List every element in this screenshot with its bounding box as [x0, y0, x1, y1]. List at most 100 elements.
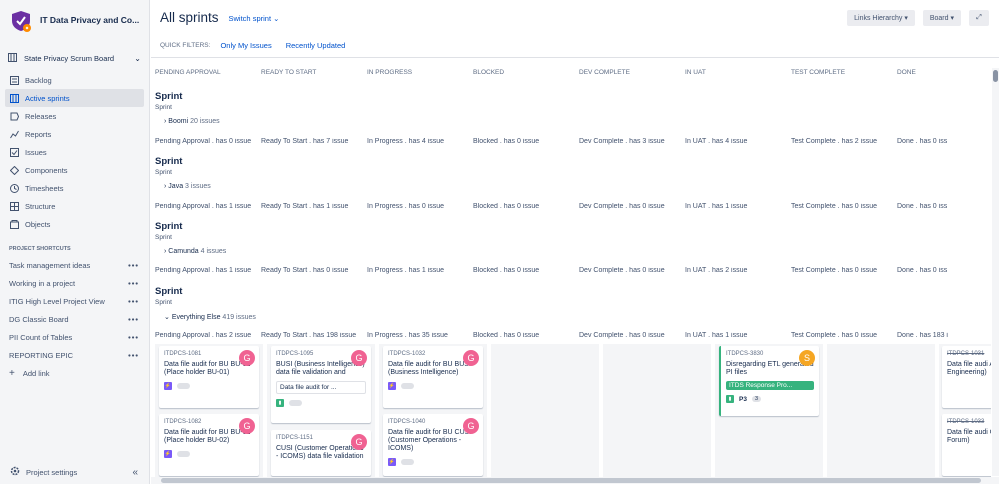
- swimlane-title: Sprint: [155, 91, 183, 102]
- swimlane: Sprint Sprint › Java 3 issues: [155, 156, 995, 190]
- collapse-sidebar-icon[interactable]: «: [132, 467, 138, 478]
- status-cell: Test Complete . has 0 issue: [791, 203, 877, 210]
- active-sprints-icon: [9, 93, 19, 103]
- sidebar-item-active-sprints[interactable]: Active sprints: [5, 89, 144, 107]
- sidebar: IT Data Privacy and Co... State Privacy …: [0, 0, 150, 484]
- epic-name: Camunda: [168, 248, 199, 255]
- column-header: IN UAT: [681, 58, 787, 89]
- links-hierarchy-button[interactable]: Links Hierarchy ▾: [847, 10, 915, 26]
- column-header: PENDING APPROVAL: [151, 58, 257, 89]
- issue-card[interactable]: ITDPCS-1032 G Data file audit for BU BUS…: [383, 346, 483, 408]
- sidebar-item-timesheets[interactable]: Timesheets: [0, 179, 149, 197]
- shortcut-item[interactable]: REPORTING EPIC •••: [0, 346, 149, 364]
- swimlane-title: Sprint: [155, 286, 183, 297]
- shortcuts-title: PROJECT SHORTCUTS: [9, 246, 71, 252]
- shortcut-item[interactable]: Working in a project •••: [0, 274, 149, 292]
- sidebar-item-objects[interactable]: Objects: [0, 215, 149, 233]
- vertical-scrollbar[interactable]: [992, 68, 999, 476]
- sidebar-item-releases[interactable]: Releases: [0, 107, 149, 125]
- shortcut-item[interactable]: PII Count of Tables •••: [0, 328, 149, 346]
- issue-card[interactable]: ITDPCS-1040 G Data file audit for BU CUS…: [383, 414, 483, 476]
- shortcut-label: ITIG High Level Project View: [9, 296, 105, 306]
- avatar: G: [239, 350, 255, 366]
- board-button[interactable]: Board ▾: [922, 10, 961, 26]
- column-headers: PENDING APPROVAL READY TO START IN PROGR…: [151, 57, 999, 89]
- epic-label: ITDS Response Pro...: [726, 381, 814, 390]
- epic-name: Boomi: [168, 118, 189, 125]
- epic-toggle[interactable]: › Java 3 issues: [164, 183, 995, 190]
- more-icon[interactable]: •••: [128, 351, 139, 360]
- card-footer: ⚡: [388, 458, 478, 466]
- issue-summary: Data file audi ADVE (Adver Engineering): [947, 361, 991, 376]
- more-icon[interactable]: •••: [128, 279, 139, 288]
- horizontal-scrollbar[interactable]: [151, 477, 999, 484]
- main-content: All sprints Switch sprint ⌄ Links Hierar…: [151, 0, 999, 484]
- project-settings[interactable]: Project settings «: [0, 466, 150, 478]
- card-footer: ▮ P3 3: [726, 395, 814, 403]
- priority-label: P3: [739, 395, 747, 403]
- issue-card[interactable]: ITDPCS-1151 G CUSI (Customer Operations …: [271, 430, 371, 476]
- board-icon: [8, 52, 17, 64]
- swimlane-subtitle: Sprint: [155, 169, 172, 176]
- more-icon[interactable]: •••: [128, 261, 139, 270]
- epic-toggle[interactable]: ⌄ Everything Else 419 issues: [164, 313, 995, 321]
- card-footer: ▮: [276, 399, 366, 407]
- timesheets-icon: [9, 183, 19, 193]
- filter-recently-updated[interactable]: Recently Updated: [286, 41, 346, 50]
- shortcut-item[interactable]: Task management ideas •••: [0, 256, 149, 274]
- scrollbar-thumb[interactable]: [161, 478, 981, 483]
- sidebar-item-label: Reports: [25, 129, 52, 139]
- filter-only-my-issues[interactable]: Only My Issues: [220, 41, 271, 50]
- card-footer: ⚡: [164, 382, 254, 390]
- issue-card[interactable]: ITDPCS-1033 Data file audi CFRM (Comm Fo…: [942, 414, 991, 476]
- more-icon[interactable]: •••: [128, 333, 139, 342]
- issue-key[interactable]: ITDPCS-1031: [947, 351, 991, 357]
- avatar: G: [239, 418, 255, 434]
- sidebar-item-issues[interactable]: Issues: [0, 143, 149, 161]
- board-label: Board: [929, 14, 949, 22]
- swimlane-subtitle: Sprint: [155, 234, 172, 241]
- backlog-icon: [9, 75, 19, 85]
- column-header: IN PROGRESS: [363, 58, 469, 89]
- shortcut-item[interactable]: DG Classic Board •••: [0, 310, 149, 328]
- issue-card[interactable]: ITDPCS-1031 Data file audi ADVE (Adver E…: [942, 346, 991, 408]
- switch-sprint-link[interactable]: Switch sprint ⌄: [229, 14, 280, 23]
- sidebar-item-backlog[interactable]: Backlog: [0, 71, 149, 89]
- more-icon[interactable]: •••: [128, 315, 139, 324]
- sidebar-item-structure[interactable]: Structure: [0, 197, 149, 215]
- epic-count: 4 issues: [200, 248, 227, 255]
- issue-card[interactable]: ITDPCS-3830 S Disregarding ETL generated…: [719, 346, 819, 416]
- board-selector[interactable]: State Privacy Scrum Board ⌄: [0, 50, 149, 66]
- gear-icon: [10, 466, 20, 478]
- shortcut-item[interactable]: ITIG High Level Project View •••: [0, 292, 149, 310]
- plus-icon: +: [9, 367, 15, 379]
- status-cell: Blocked . has 0 issue: [473, 138, 540, 145]
- sidebar-item-components[interactable]: Components: [0, 161, 149, 179]
- issue-card[interactable]: ITDPCS-1081 G Data file audit for BU BU-…: [159, 346, 259, 408]
- project-header[interactable]: IT Data Privacy and Co...: [0, 0, 149, 40]
- more-icon[interactable]: •••: [128, 297, 139, 306]
- board-column: [491, 344, 599, 477]
- shortcut-label: DG Classic Board: [9, 314, 69, 324]
- board-header: All sprints Switch sprint ⌄ Links Hierar…: [151, 0, 999, 34]
- add-link-button[interactable]: + Add link: [0, 364, 149, 382]
- issue-key[interactable]: ITDPCS-1033: [947, 419, 991, 425]
- scrollbar-thumb[interactable]: [993, 70, 998, 82]
- project-settings-label: Project settings: [26, 467, 78, 477]
- parent-link[interactable]: Data file audit for ...: [276, 381, 366, 394]
- status-cell: Pending Approval . has 0 issue: [155, 138, 252, 145]
- fullscreen-button[interactable]: ⤢: [969, 10, 989, 26]
- epic-toggle[interactable]: › Boomi 20 issues: [164, 118, 995, 125]
- sidebar-item-reports[interactable]: Reports: [0, 125, 149, 143]
- status-cell: In UAT . has 4 issue: [685, 138, 748, 145]
- epic-count: 3 issues: [185, 183, 211, 190]
- issue-card[interactable]: ITDPCS-1095 G BUSI (Business Intelligenc…: [271, 346, 371, 423]
- epic-toggle[interactable]: › Camunda 4 issues: [164, 248, 995, 255]
- chevron-down-icon: ▾: [950, 15, 954, 22]
- column-header: DEV COMPLETE: [575, 58, 681, 89]
- status-cell: Test Complete . has 2 issue: [791, 138, 877, 145]
- story-points-badge: 3: [751, 396, 762, 402]
- issue-card[interactable]: ITDPCS-1082 G Data file audit for BU BU-…: [159, 414, 259, 476]
- status-cell: Dev Complete . has 0 issue: [579, 267, 665, 274]
- status-cell: Blocked . has 0 issue: [473, 203, 540, 210]
